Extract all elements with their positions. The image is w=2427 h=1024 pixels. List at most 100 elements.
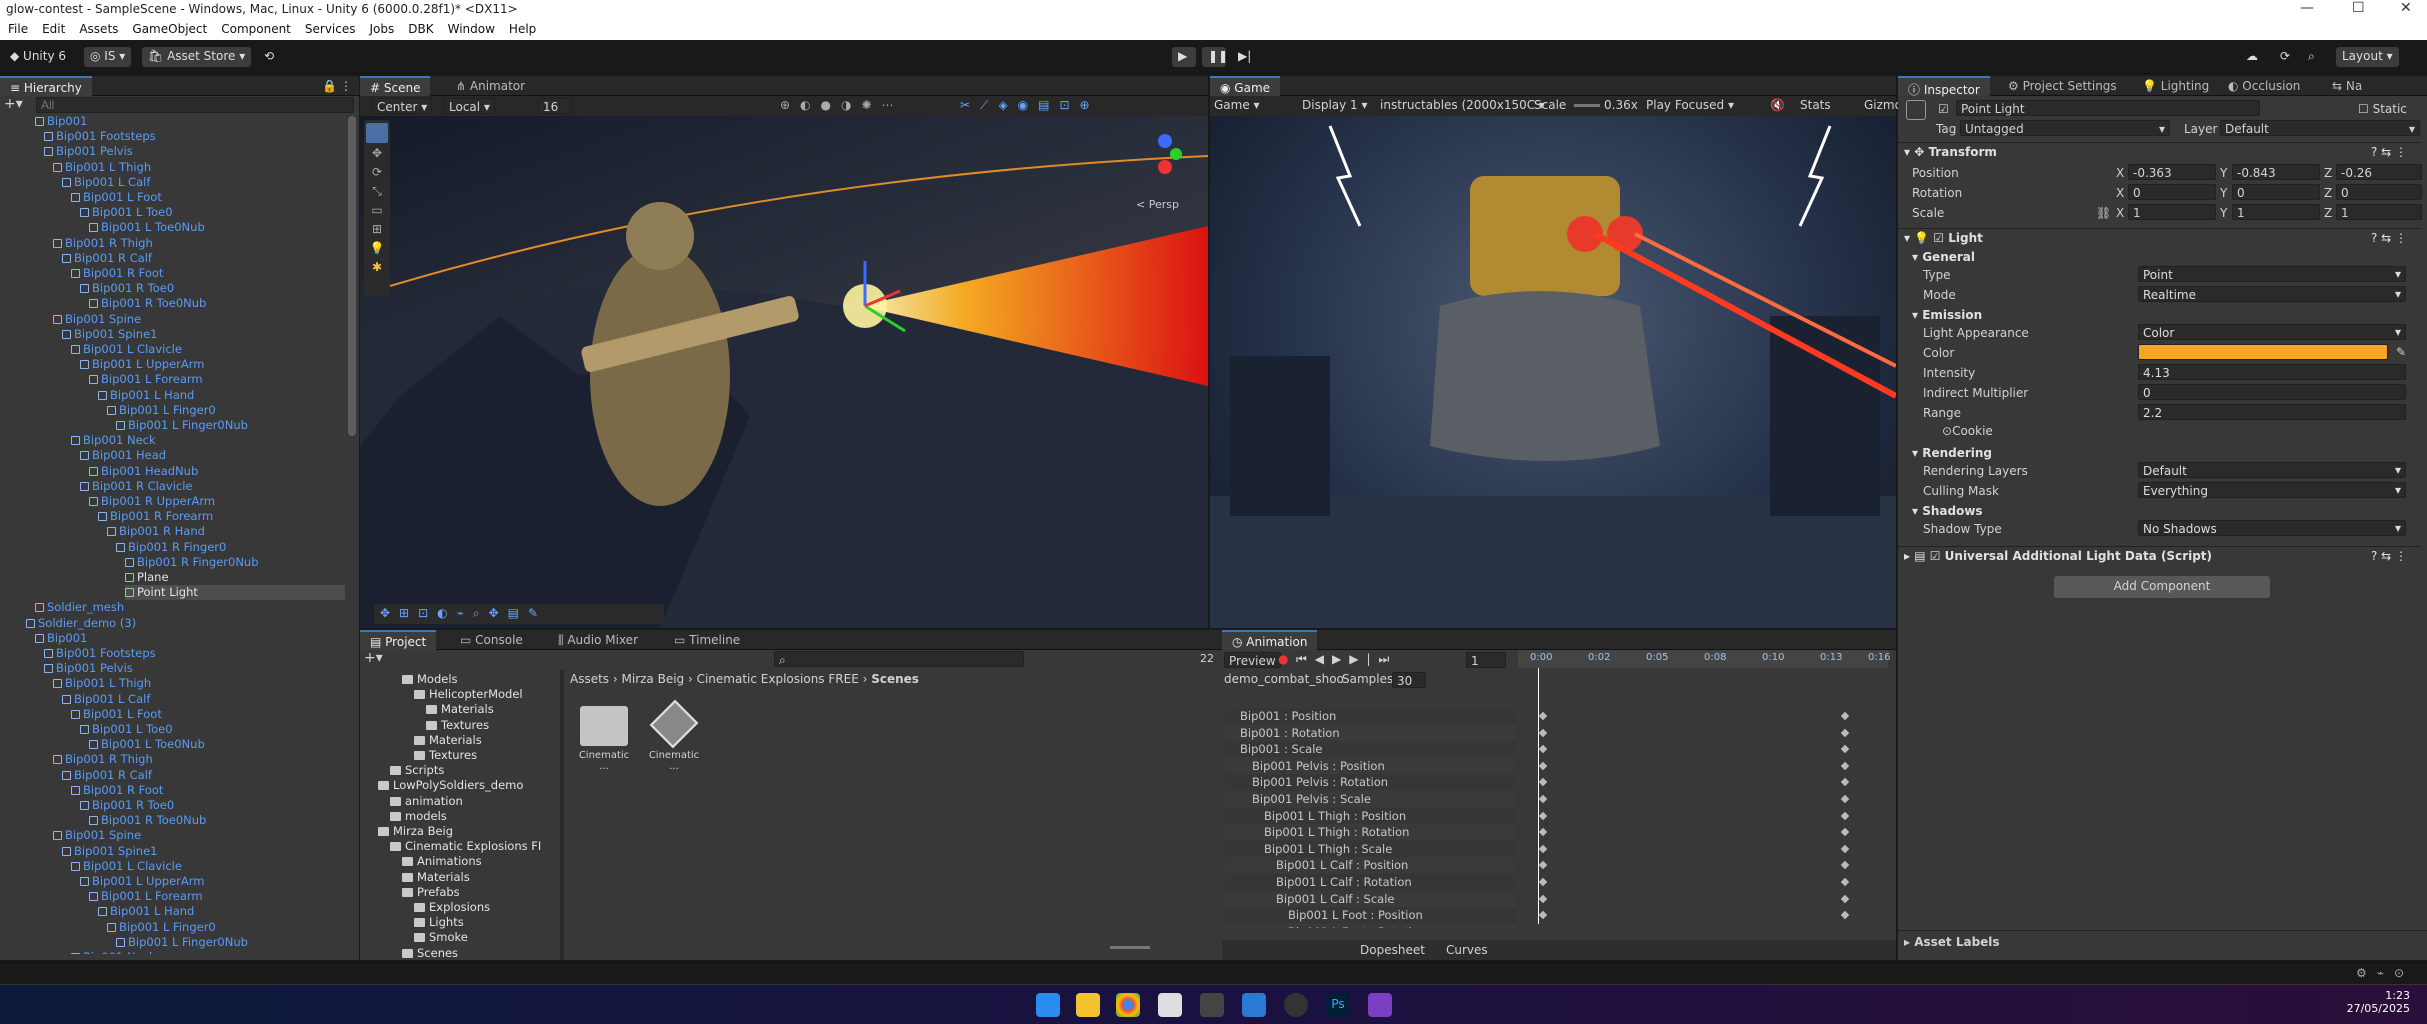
- persp-label[interactable]: < Persp: [1136, 198, 1179, 211]
- hierarchy-item[interactable]: Bip001 Neck: [71, 433, 156, 448]
- keyframe[interactable]: [1840, 877, 1850, 887]
- active-checkbox[interactable]: ☑: [1938, 102, 1949, 116]
- asset-store-button[interactable]: 🛍 Asset Store ▾: [142, 47, 252, 67]
- more-icon[interactable]: ⋮: [340, 79, 352, 93]
- keyframe[interactable]: [1840, 761, 1850, 771]
- project-splitter[interactable]: [560, 670, 564, 960]
- stats-toggle[interactable]: Stats: [1800, 98, 1831, 112]
- keyframe[interactable]: [1538, 761, 1548, 771]
- game-viewport[interactable]: [1210, 116, 1896, 628]
- project-folder-item[interactable]: LowPolySoldiers_demo: [378, 778, 523, 793]
- project-folder-item[interactable]: models: [390, 809, 447, 824]
- project-folder-item[interactable]: Textures: [414, 748, 477, 763]
- hierarchy-item[interactable]: Bip001: [35, 114, 87, 129]
- keyframe[interactable]: [1840, 861, 1850, 870]
- keyframe[interactable]: [1538, 861, 1548, 870]
- scale-x-field[interactable]: 1: [2128, 204, 2216, 220]
- status-icons[interactable]: ⚙⌁⊙: [2356, 966, 2414, 980]
- tab-animation[interactable]: ◷ Animation: [1222, 630, 1318, 650]
- menu-assets[interactable]: Assets: [79, 22, 118, 38]
- hierarchy-item[interactable]: Bip001 R Clavicle: [80, 479, 193, 494]
- position-y-field[interactable]: -0.843: [2232, 164, 2320, 180]
- project-folder-item[interactable]: Explosions: [414, 900, 490, 915]
- hierarchy-item[interactable]: Bip001 R Forearm: [98, 509, 213, 524]
- hierarchy-item[interactable]: Bip001 Spine: [53, 828, 141, 843]
- notion-icon[interactable]: [1158, 993, 1182, 1017]
- general-section[interactable]: ▾ General: [1898, 248, 2421, 268]
- add-icon[interactable]: +▾: [4, 96, 23, 112]
- project-folder-item[interactable]: Lights: [414, 915, 464, 930]
- position-x-field[interactable]: -0.363: [2128, 164, 2216, 180]
- keyframe[interactable]: [1840, 910, 1850, 920]
- hierarchy-item[interactable]: Bip001 L Hand: [98, 388, 194, 403]
- hierarchy-item[interactable]: Bip001 R Calf: [62, 251, 152, 266]
- gizmo-toggles[interactable]: ✂⟋◈◉▤⊡⊕: [960, 98, 1100, 113]
- breadcrumb-cinematic[interactable]: Cinematic Explosions FREE: [697, 672, 859, 686]
- keyframe[interactable]: [1538, 711, 1548, 721]
- hierarchy-item[interactable]: Bip001 R Foot: [71, 783, 163, 798]
- intensity-field[interactable]: 4.13: [2138, 364, 2406, 380]
- hierarchy-scrollbar[interactable]: [348, 116, 356, 436]
- keyframe[interactable]: [1840, 844, 1850, 854]
- version-control-icon[interactable]: ⟲: [258, 47, 280, 67]
- shadow-type-dropdown[interactable]: No Shadows: [2138, 520, 2406, 536]
- rendering-section[interactable]: ▾ Rendering: [1898, 444, 2421, 464]
- hierarchy-item[interactable]: Bip001 Footsteps: [44, 129, 156, 144]
- animation-property-row[interactable]: Bip001 L Thigh : Position: [1226, 807, 1516, 824]
- add-component-button[interactable]: Add Component: [2054, 576, 2270, 598]
- urp-component-header[interactable]: ▸ ▤ ☑ Universal Additional Light Data (S…: [1898, 546, 2421, 566]
- unity-account-button[interactable]: ◆ Unity 6: [4, 47, 72, 67]
- keyframe[interactable]: [1538, 811, 1548, 820]
- eyedropper-icon[interactable]: ✎: [2396, 345, 2406, 359]
- animation-property-row[interactable]: Bip001 L Foot : Rotation: [1226, 923, 1516, 928]
- hierarchy-item[interactable]: Bip001 L Toe0Nub: [89, 220, 205, 235]
- grid-size-field[interactable]: 16: [538, 98, 572, 114]
- hierarchy-item[interactable]: Bip001 L Finger0: [107, 403, 216, 418]
- project-folder-item[interactable]: Models: [402, 672, 458, 687]
- project-folder-item[interactable]: Scenes: [402, 946, 458, 960]
- keyframe[interactable]: [1840, 744, 1850, 754]
- play-button[interactable]: ▶: [1172, 47, 1196, 67]
- menu-edit[interactable]: Edit: [42, 22, 65, 38]
- hierarchy-item[interactable]: Bip001 L Foot: [71, 707, 162, 722]
- cookie-row[interactable]: ⊙Cookie: [1898, 422, 2421, 440]
- keyframe[interactable]: [1538, 827, 1548, 837]
- hierarchy-item[interactable]: Bip001 R Thigh: [53, 752, 153, 767]
- preview-toggle[interactable]: Preview: [1224, 652, 1281, 668]
- hierarchy-item[interactable]: Bip001 Spine: [53, 312, 141, 327]
- hierarchy-item[interactable]: Bip001 L Clavicle: [71, 342, 182, 357]
- layer-dropdown[interactable]: Default ▾: [2220, 120, 2420, 136]
- tab-game[interactable]: ◉ Game: [1210, 76, 1281, 96]
- keyframe[interactable]: [1840, 728, 1850, 737]
- chrome-icon[interactable]: [1116, 993, 1140, 1017]
- menu-dbk[interactable]: DBK: [408, 22, 433, 38]
- keyframe[interactable]: [1538, 744, 1548, 754]
- hierarchy-item[interactable]: Bip001 L UpperArm: [80, 357, 204, 372]
- project-folder-item[interactable]: Mirza Beig: [378, 824, 453, 839]
- project-folder-item[interactable]: Textures: [426, 718, 489, 733]
- rotation-y-field[interactable]: 0: [2232, 184, 2320, 200]
- visual-studio-icon[interactable]: [1368, 993, 1392, 1017]
- step-button[interactable]: ▶|: [1232, 47, 1256, 67]
- tab-audio-mixer[interactable]: ⫼ Audio Mixer: [548, 630, 648, 650]
- project-folder-item[interactable]: Smoke: [414, 930, 468, 945]
- scene-view-options[interactable]: ⊕◐●◑✺⋯: [780, 98, 904, 112]
- display-dropdown[interactable]: Display 1 ▾: [1302, 98, 1368, 112]
- tab-occlusion[interactable]: ◐ Occlusion: [2218, 76, 2310, 96]
- project-search-input[interactable]: ⌕: [774, 651, 1024, 667]
- tab-dopesheet[interactable]: Dopesheet: [1360, 943, 1425, 957]
- tab-project-settings[interactable]: ⚙ Project Settings: [1998, 76, 2127, 96]
- animation-property-row[interactable]: Bip001 L Calf : Rotation: [1226, 874, 1516, 890]
- animation-property-row[interactable]: Bip001 L Thigh : Scale: [1226, 840, 1516, 857]
- minimize-icon[interactable]: —: [2300, 0, 2314, 16]
- asset-item[interactable]: Cinematic ...: [644, 699, 704, 772]
- rendering-layers-dropdown[interactable]: Default: [2138, 462, 2406, 478]
- type-dropdown[interactable]: Point: [2138, 266, 2406, 282]
- time-ruler[interactable]: 0:00 0:02 0:05 0:08 0:10 0:13 0:16: [1518, 650, 1890, 668]
- hierarchy-item[interactable]: Bip001 R Hand: [107, 524, 205, 539]
- emission-section[interactable]: ▾ Emission: [1898, 306, 2421, 326]
- hierarchy-item[interactable]: Bip001 Spine1: [62, 844, 157, 859]
- light-header[interactable]: ▾ 💡 ☑ Light? ⇆ ⋮: [1898, 228, 2421, 248]
- menu-component[interactable]: Component: [221, 22, 291, 38]
- menu-gameobject[interactable]: GameObject: [132, 22, 207, 38]
